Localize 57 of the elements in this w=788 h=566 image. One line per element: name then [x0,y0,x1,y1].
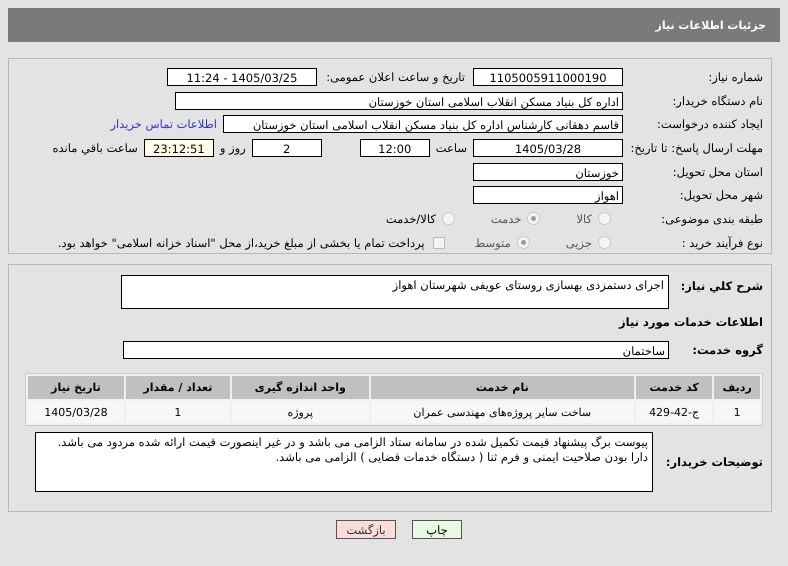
field-label: توضیحات خریدار: [664,455,763,469]
column-header: تاریخ نیاز [28,376,124,399]
field-label: مهلت ارسال پاسخ: تا تاریخ: [629,140,763,155]
field-label: شرح کلي نیاز: [680,278,763,293]
checkbox-label: پرداخت تمام یا بخشی از مبلغ خرید،از محل "اسناد خزانه اسلامی" خواهد بود. [58,236,425,250]
days-field: 2 [252,138,322,157]
field-label: طبقه بندی موضوعی: [660,212,763,226]
radio-label: جزیی [566,236,592,250]
radio-button[interactable] [598,212,611,226]
need-number-field: 1105005911000190 [473,68,623,86]
column-header: واحد اندازه گیری [232,376,369,399]
field-label: گروه خدمت: [691,343,763,357]
deadline-time-field: 12:00 [360,138,430,157]
column-header: نام خدمت [370,376,634,399]
field-label: شهر محل تحویل: [678,188,763,202]
deadline-date-field: 1405/03/28 [473,138,623,157]
announce-date-field: 1405/03/25 - 11:24 [167,68,317,86]
table-cell: 1 [126,401,230,423]
field-label: شماره نیاز: [707,70,763,84]
table-cell: پروژه [232,401,369,423]
remaining-label: ساعت باقي مانده [52,140,138,155]
summary-field: اجرای دستمزدی بهسازی روستای عویفی شهرستان اهواز [121,275,669,309]
field-label: ایجاد کننده درخواست: [656,117,763,132]
column-header: تعداد / مقدار [126,376,230,399]
field-label: نام دستگاه خریدار: [671,94,763,108]
column-header: ردیف [714,376,760,399]
table-cell: ساخت سایر پروژه‌های مهندسی عمران [370,401,634,423]
creator-field: قاسم دهقانی کارشناس اداره کل بنیاد مسکن انقلاب اسلامی استان خوزستان [223,115,623,134]
province-field: خوزستان [473,162,623,181]
field-label: نوع فرآیند خرید : [680,236,763,250]
column-header: کد خدمت [636,376,712,399]
radio-button[interactable] [527,212,540,226]
radio-label: متوسط [474,236,511,250]
radio-button[interactable] [598,236,611,250]
buyer-contact-link[interactable]: اطلاعات تماس خریدار [110,117,217,132]
table-cell: 1 [714,401,760,423]
remaining-time-field: 23:12:51 [144,138,214,157]
city-field: اهواز [473,186,623,204]
page-title: جزئیات اطلاعات نیاز [656,18,766,32]
radio-button[interactable] [516,236,530,250]
table-cell: 1405/03/28 [28,401,124,423]
field-label: تاریخ و ساعت اعلان عمومی: [325,70,466,84]
section-title: اطلاعات خدمات مورد نیاز [618,315,763,329]
service-group-field: ساختمان [123,341,669,359]
radio-label: کالا/خدمت [386,212,436,226]
checkbox[interactable] [432,236,445,249]
print-button[interactable]: چاپ [412,520,462,539]
buyer-field: اداره کل بنیاد مسکن انقلاب اسلامی استان خوزستان [175,92,623,110]
notes-field: پیوست برگ پیشنهاد قیمت تکمیل شده در سامانه ستاد الزامی می باشد و در غیر اینصورت قیمت ارائه شده مردود می باشد. دارا بودن صلاحیت ایمنی و فرم ثنا ( دستگاه خدمات قضایی ) الزامی می باشد. [35,432,653,492]
table-cell: ج-42-429 [636,401,712,423]
radio-label: کالا [576,212,592,226]
time-label: ساعت [436,140,467,155]
days-label: روز و [220,140,246,155]
field-label: استان محل تحویل: [672,164,763,179]
radio-button[interactable] [442,212,455,226]
back-button[interactable]: بازگشت [336,520,396,539]
radio-label: خدمت [490,212,522,226]
